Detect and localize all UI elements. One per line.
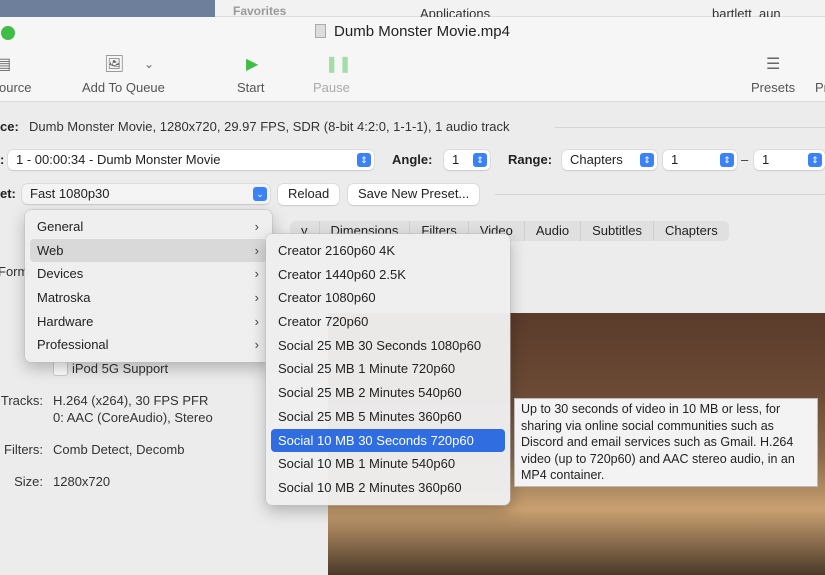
divider bbox=[555, 127, 825, 128]
tab-chapters[interactable]: Chapters bbox=[652, 221, 729, 241]
tab-audio[interactable]: Audio bbox=[523, 221, 580, 241]
submenu-item[interactable]: Creator 1440p60 2.5K bbox=[271, 263, 505, 287]
range-type-select[interactable]: Chapters ⇕ bbox=[562, 150, 657, 170]
submenu-item[interactable]: Creator 720p60 bbox=[271, 310, 505, 334]
stepper-icon: ⇕ bbox=[473, 153, 487, 167]
chevron-right-icon: › bbox=[254, 266, 259, 282]
presets-button[interactable]: Presets bbox=[751, 80, 795, 95]
pause-icon: ❚❚ bbox=[325, 56, 352, 73]
desktop-background bbox=[0, 0, 215, 17]
preview-button[interactable]: Pr bbox=[815, 80, 825, 95]
range-end-value: 1 bbox=[762, 152, 770, 167]
file-icon bbox=[315, 24, 327, 38]
source-info: Dumb Monster Movie, 1280x720, 29.97 FPS,… bbox=[29, 119, 510, 134]
menu-item-web[interactable]: Web › bbox=[30, 238, 267, 263]
submenu-item[interactable]: Social 25 MB 30 Seconds 1080p60 bbox=[271, 334, 505, 358]
tracks-label: Tracks: bbox=[0, 393, 43, 408]
window-title: Dumb Monster Movie.mp4 bbox=[0, 23, 825, 40]
menu-item-general[interactable]: General › bbox=[30, 215, 267, 239]
start-button[interactable]: Start bbox=[237, 80, 264, 95]
finder-favorites: Favorites bbox=[233, 4, 287, 18]
sliders-icon[interactable]: ☰ bbox=[766, 54, 780, 74]
tracks-video: H.264 (x264), 30 FPS PFR bbox=[53, 393, 209, 408]
menu-item-matroska[interactable]: Matroska › bbox=[30, 286, 267, 310]
stepper-icon: ⇕ bbox=[808, 153, 822, 167]
preset-label: et: bbox=[0, 186, 16, 201]
size-label: Size: bbox=[14, 474, 43, 489]
preset-tooltip: Up to 30 seconds of video in 10 MB or le… bbox=[514, 398, 818, 487]
range-end-select[interactable]: 1 ⇕ bbox=[754, 150, 825, 170]
source-label: ce: bbox=[0, 119, 19, 134]
chevron-down-icon: ⌄ bbox=[253, 187, 267, 201]
range-type-value: Chapters bbox=[570, 152, 623, 167]
chevron-right-icon: › bbox=[254, 219, 259, 234]
stepper-icon: ⇕ bbox=[720, 153, 734, 167]
preset-category-menu: General › Web › Devices › Matroska › Hardwar… bbox=[25, 210, 272, 363]
add-to-queue-button[interactable]: Add To Queue bbox=[82, 80, 165, 95]
chevron-right-icon: › bbox=[254, 337, 259, 353]
tracks-audio: 0: AAC (CoreAudio), Stereo bbox=[53, 410, 213, 425]
tab-subtitles[interactable]: Subtitles bbox=[580, 221, 653, 241]
chevron-right-icon: › bbox=[254, 242, 259, 258]
pause-button: Pause bbox=[313, 80, 350, 95]
web-preset-submenu: Creator 2160p60 4K Creator 1440p60 2.5K … bbox=[266, 234, 510, 505]
range-start-value: 1 bbox=[671, 152, 679, 167]
chevron-right-icon: › bbox=[254, 313, 259, 329]
save-new-preset-button[interactable]: Save New Preset... bbox=[348, 184, 480, 205]
source-button[interactable]: ource bbox=[0, 80, 32, 95]
chevron-right-icon: › bbox=[254, 290, 259, 306]
ipod-checkbox[interactable] bbox=[53, 361, 68, 376]
preset-select[interactable]: Fast 1080p30 ⌄ bbox=[22, 184, 270, 204]
submenu-item[interactable]: Social 25 MB 2 Minutes 540p60 bbox=[271, 381, 505, 405]
filters-label: Filters: bbox=[4, 442, 43, 457]
stepper-icon: ⇕ bbox=[357, 153, 371, 167]
range-separator: – bbox=[741, 152, 749, 167]
title-label: : bbox=[0, 152, 5, 167]
menu-item-hardware[interactable]: Hardware › bbox=[30, 310, 267, 334]
preset-value: Fast 1080p30 bbox=[30, 186, 110, 201]
angle-label: Angle: bbox=[392, 152, 433, 167]
window-title-text: Dumb Monster Movie.mp4 bbox=[334, 23, 510, 40]
submenu-item[interactable]: Social 10 MB 2 Minutes 360p60 bbox=[271, 476, 505, 500]
menu-item-professional[interactable]: Professional › bbox=[30, 333, 267, 357]
play-icon[interactable]: ▶ bbox=[246, 54, 258, 74]
title-value: 1 - 00:00:34 - Dumb Monster Movie bbox=[16, 152, 221, 167]
chevron-down-icon[interactable]: ⌄ bbox=[144, 57, 154, 71]
submenu-item[interactable]: Social 25 MB 5 Minutes 360p60 bbox=[271, 405, 505, 429]
title-select[interactable]: 1 - 00:00:34 - Dumb Monster Movie ⇕ bbox=[8, 150, 374, 170]
range-label: Range: bbox=[508, 152, 553, 167]
submenu-item-selected[interactable]: Social 10 MB 30 Seconds 720p60 bbox=[271, 428, 505, 453]
angle-value: 1 bbox=[452, 152, 460, 167]
divider bbox=[495, 194, 825, 195]
filters-value: Comb Detect, Decomb bbox=[53, 442, 185, 457]
size-value: 1280x720 bbox=[53, 474, 111, 489]
reload-button[interactable]: Reload bbox=[278, 184, 340, 205]
submenu-item[interactable]: Social 25 MB 1 Minute 720p60 bbox=[271, 357, 505, 381]
film-icon[interactable]: ▤ bbox=[0, 54, 11, 74]
range-start-select[interactable]: 1 ⇕ bbox=[663, 150, 737, 170]
stepper-icon: ⇕ bbox=[640, 153, 654, 167]
submenu-item[interactable]: Creator 1080p60 bbox=[271, 286, 505, 310]
submenu-item[interactable]: Social 10 MB 1 Minute 540p60 bbox=[271, 452, 505, 476]
angle-select[interactable]: 1 ⇕ bbox=[444, 150, 490, 170]
ipod-label: iPod 5G Support bbox=[72, 361, 169, 376]
submenu-item[interactable]: Creator 2160p60 4K bbox=[271, 239, 505, 263]
menu-item-devices[interactable]: Devices › bbox=[30, 262, 267, 286]
add-queue-icon[interactable]: 🖼 bbox=[104, 54, 124, 74]
